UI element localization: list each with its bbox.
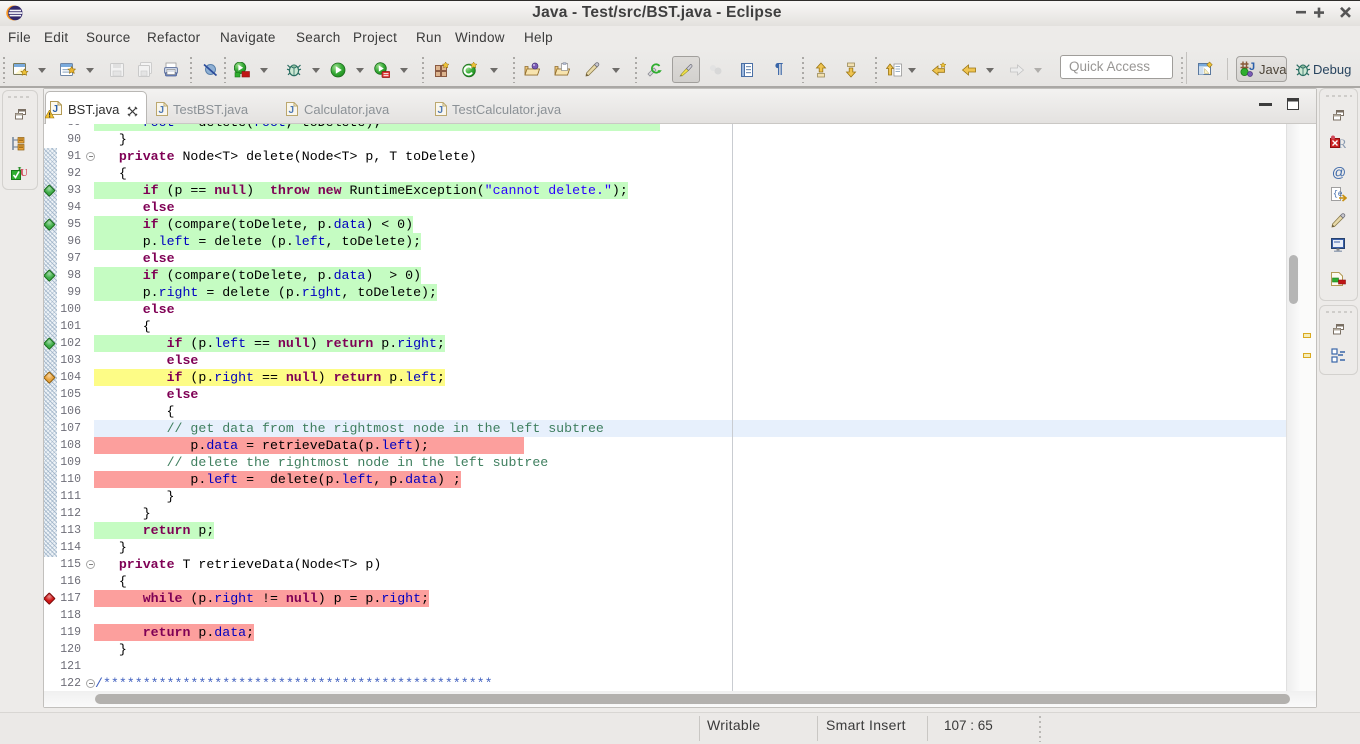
svg-text:U: U bbox=[20, 167, 27, 179]
svg-text:J: J bbox=[289, 105, 295, 116]
svg-text:J: J bbox=[159, 105, 165, 116]
svg-text:J: J bbox=[438, 105, 444, 116]
svg-text:J: J bbox=[1249, 61, 1255, 73]
